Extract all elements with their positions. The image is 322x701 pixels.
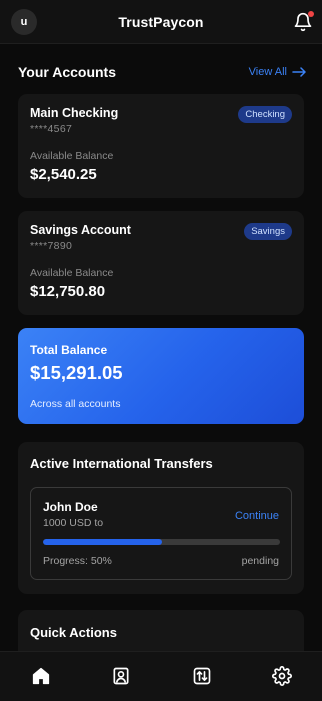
user-card-icon [113, 667, 129, 685]
total-balance-subtitle: Across all accounts [30, 398, 121, 410]
app-root: u TrustPaycon Your Accounts View All Mai… [0, 0, 322, 701]
total-balance-label: Total Balance [30, 343, 108, 357]
avatar[interactable]: u [11, 9, 37, 35]
account-type-badge: Savings [244, 223, 292, 240]
section-title: Your Accounts [18, 64, 117, 80]
progress-bar [43, 539, 280, 545]
transfers-card: Active International Transfers John Doe … [18, 442, 304, 594]
account-card-checking[interactable]: Main Checking ****4567 Available Balance… [18, 94, 304, 198]
top-bar: u TrustPaycon [0, 0, 322, 44]
notification-dot [308, 11, 314, 17]
accounts-section-header: Your Accounts View All [18, 62, 306, 82]
transfer-item: John Doe 1000 USD to Continue Progress: … [30, 487, 292, 580]
balance-label: Available Balance [30, 150, 114, 162]
settings-gear-icon [272, 666, 292, 686]
total-balance-card: Total Balance $15,291.05 Across all acco… [18, 328, 304, 424]
account-number: ****4567 [30, 123, 73, 135]
view-all-link[interactable]: View All [249, 66, 306, 78]
account-number: ****7890 [30, 240, 73, 252]
transfer-status: pending [241, 555, 279, 567]
progress-label: Progress: 50% [43, 555, 112, 567]
nav-transfers[interactable] [192, 666, 212, 686]
transfers-title: Active International Transfers [30, 456, 213, 471]
balance-label: Available Balance [30, 267, 114, 279]
app-title: TrustPaycon [118, 13, 204, 30]
account-balance: $12,750.80 [30, 283, 106, 300]
home-icon [32, 667, 50, 685]
progress-bar-fill [43, 539, 162, 545]
account-balance: $2,540.25 [30, 166, 97, 183]
nav-accounts[interactable] [111, 666, 131, 686]
account-card-savings[interactable]: Savings Account ****7890 Available Balan… [18, 211, 304, 315]
continue-button[interactable]: Continue [235, 510, 279, 522]
transfer-icon [193, 667, 211, 685]
nav-home[interactable] [31, 666, 51, 686]
bell-icon[interactable] [293, 11, 314, 32]
nav-settings[interactable] [272, 666, 292, 686]
quick-actions-title: Quick Actions [30, 625, 117, 640]
arrow-right-icon [292, 67, 306, 77]
view-all-label: View All [248, 66, 287, 78]
bottom-nav [0, 651, 322, 701]
account-type-badge: Checking [238, 106, 292, 123]
total-balance-amount: $15,291.05 [30, 362, 123, 383]
